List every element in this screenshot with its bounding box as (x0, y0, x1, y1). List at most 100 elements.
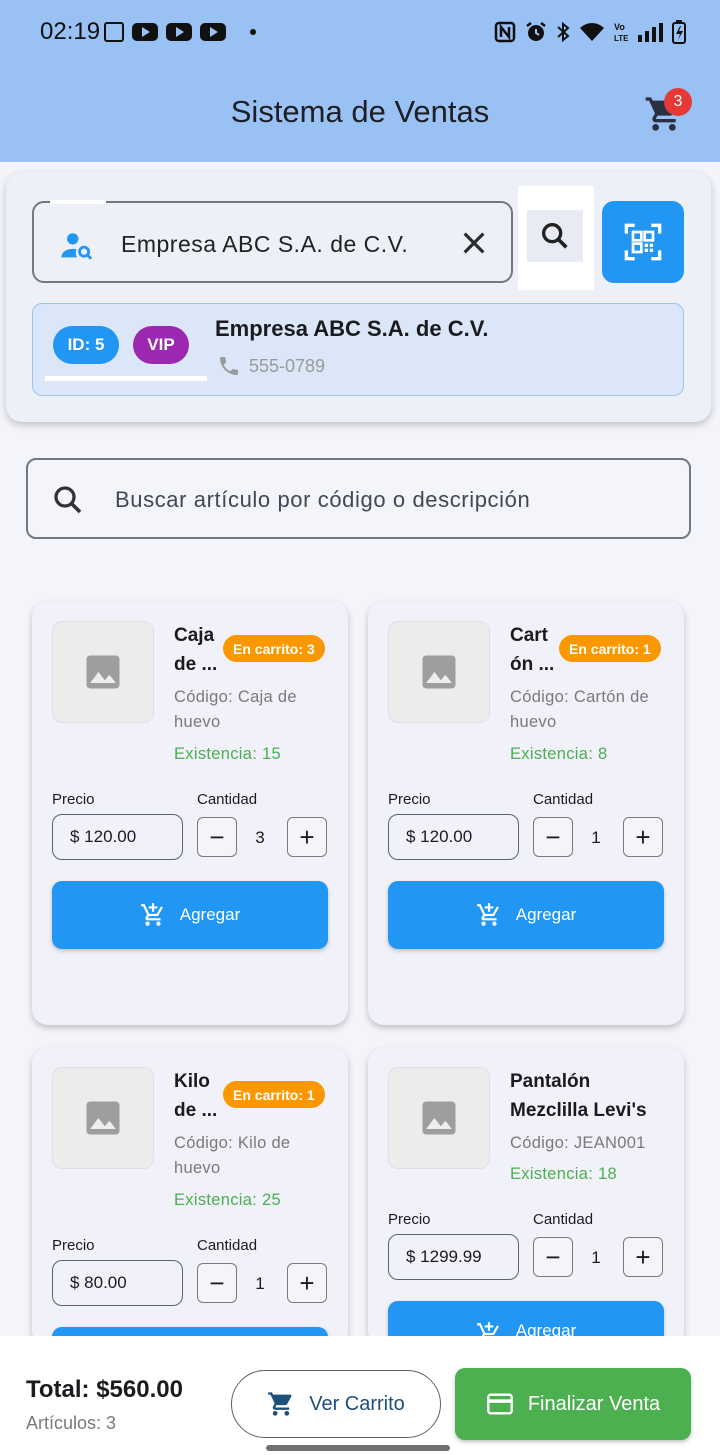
price-label: Precio (52, 1237, 95, 1254)
signal-icon (638, 23, 663, 42)
cart-count-badge: 3 (664, 88, 692, 116)
gesture-navigation-handle[interactable] (266, 1445, 450, 1451)
decrease-quantity-button[interactable]: − (533, 1237, 573, 1277)
client-search-value: Empresa ABC S.A. de C.V. (121, 231, 409, 257)
client-phone: 555-0789 (249, 356, 326, 376)
quantity-label: Cantidad (533, 1211, 594, 1228)
wifi-icon (580, 23, 604, 41)
decrease-quantity-button[interactable]: − (197, 817, 237, 857)
youtube-icon (200, 23, 226, 41)
product-image-placeholder (388, 621, 490, 723)
bluetooth-icon (557, 21, 570, 43)
product-image-placeholder (52, 621, 154, 723)
increase-quantity-button[interactable]: + (623, 817, 663, 857)
client-search-button[interactable] (527, 210, 583, 262)
increase-quantity-button[interactable]: + (623, 1237, 663, 1277)
client-name: Empresa ABC S.A. de C.V. (215, 316, 489, 341)
add-button-label: Agregar (515, 905, 577, 924)
product-name: Caja de ... (174, 625, 218, 675)
price-label: Precio (388, 1211, 431, 1228)
product-name: Cart ón ... (510, 625, 555, 675)
product-stock: Existencia: 25 (174, 1191, 281, 1209)
price-field[interactable]: $ 120.00 (52, 814, 183, 860)
in-cart-badge: En carrito: 1 (223, 1081, 325, 1108)
svg-text:LTE: LTE (614, 34, 628, 43)
quantity-label: Cantidad (197, 791, 258, 808)
product-image-placeholder (388, 1067, 490, 1169)
qr-code-scanner-icon (624, 223, 662, 261)
price-field[interactable]: $ 1299.99 (388, 1234, 519, 1280)
image-icon (86, 1101, 120, 1135)
decrease-quantity-button[interactable]: − (197, 1263, 237, 1303)
increase-quantity-button[interactable]: + (287, 817, 327, 857)
status-bar: 02:19 Vo LTE (0, 0, 720, 66)
clear-icon[interactable] (458, 227, 490, 259)
product-code: Código: Cartón de huevo (510, 688, 650, 731)
search-icon (54, 486, 82, 514)
decrease-quantity-button[interactable]: − (533, 817, 573, 857)
svg-text:Vo: Vo (614, 22, 625, 32)
price-field[interactable]: $ 120.00 (388, 814, 519, 860)
client-search-field[interactable]: Empresa ABC S.A. de C.V. (32, 200, 513, 283)
battery-icon (672, 20, 686, 44)
quantity-value: 1 (591, 1248, 601, 1267)
product-stock: Existencia: 8 (510, 745, 608, 763)
product-image-placeholder (52, 1067, 154, 1169)
phone-icon (220, 357, 238, 375)
status-system-icons: Vo LTE (494, 20, 686, 44)
checkout-bar: Total: $560.00 Artículos: 3 Ver Carrito … (0, 1336, 720, 1455)
add-to-cart-button[interactable]: Agregar (52, 881, 328, 949)
vip-badge: VIP (133, 326, 189, 364)
status-time: 02:19 (40, 18, 101, 45)
add-shopping-cart-icon (476, 903, 499, 926)
add-button-label: Agregar (179, 905, 241, 924)
item-search-input[interactable]: Buscar artículo por código o descripción (26, 458, 691, 539)
finish-sale-label: Finalizar Venta (527, 1392, 661, 1415)
image-icon (422, 1101, 456, 1135)
youtube-icon (166, 23, 192, 41)
items-count: Artículos: 3 (26, 1413, 117, 1433)
view-cart-button[interactable]: Ver Carrito (231, 1370, 441, 1438)
youtube-icon (132, 23, 158, 41)
quantity-value: 1 (591, 828, 601, 847)
product-card: Caja de ... En carrito: 3 Código: Caja de… (32, 601, 348, 1025)
selected-client-panel: ID: 5 VIP Empresa ABC S.A. de C.V. 555-0… (32, 303, 684, 396)
screenshot-icon (104, 22, 124, 42)
credit-card-icon (487, 1393, 513, 1415)
app-bar: 02:19 Vo LTE Sistema de Ventas (0, 0, 720, 162)
more-notifications-icon (250, 29, 256, 35)
price-label: Precio (52, 791, 95, 808)
add-shopping-cart-icon (140, 903, 163, 926)
product-stock: Existencia: 15 (174, 745, 281, 763)
product-card: Cart ón ... En carrito: 1 Código: Cartón … (368, 601, 684, 1025)
divider (45, 376, 207, 381)
qr-scan-button[interactable] (602, 201, 684, 283)
alarm-icon (526, 22, 546, 41)
in-cart-badge: En carrito: 1 (559, 635, 661, 662)
total-amount: Total: $560.00 (26, 1376, 183, 1403)
quantity-value: 1 (255, 1274, 265, 1293)
product-name: Kilo de ... (174, 1071, 218, 1121)
page-title: Sistema de Ventas (230, 94, 490, 129)
image-icon (422, 655, 456, 689)
product-stock: Existencia: 18 (510, 1165, 617, 1183)
add-to-cart-button[interactable]: Agregar (388, 881, 664, 949)
product-code: Código: Caja de huevo (174, 688, 297, 731)
price-field[interactable]: $ 80.00 (52, 1260, 183, 1306)
nfc-icon (494, 21, 516, 43)
product-code: Código: JEAN001 (510, 1134, 646, 1152)
quantity-label: Cantidad (197, 1237, 258, 1254)
field-notch (50, 200, 106, 204)
view-cart-label: Ver Carrito (309, 1392, 405, 1415)
product-card: Kilo de ... En carrito: 1 Código: Kilo de… (32, 1047, 348, 1347)
product-card: Pantalón Mezclilla Levi's Código: JEAN001… (368, 1047, 684, 1347)
image-icon (86, 655, 120, 689)
status-notifications (104, 22, 256, 42)
item-search-placeholder: Buscar artículo por código o descripción (115, 487, 531, 512)
product-name: Pantalón Mezclilla Levi's (510, 1071, 647, 1121)
product-code: Código: Kilo de huevo (174, 1134, 291, 1177)
client-id-badge: ID: 5 (53, 326, 119, 364)
increase-quantity-button[interactable]: + (287, 1263, 327, 1303)
finish-sale-button[interactable]: Finalizar Venta (455, 1368, 691, 1440)
in-cart-badge: En carrito: 3 (223, 635, 325, 662)
